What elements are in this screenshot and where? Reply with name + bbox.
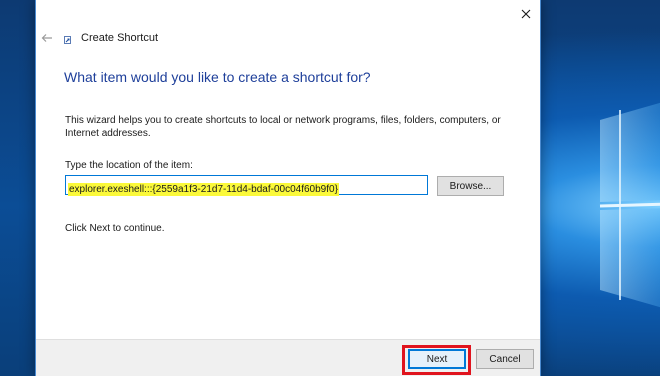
location-label: Type the location of the item: [65,160,193,171]
cancel-button[interactable]: Cancel [476,349,534,369]
close-button[interactable] [514,2,538,26]
shortcut-app-icon [64,36,71,44]
back-arrow-icon [41,34,52,42]
location-input[interactable]: explorer.exeshell:::{2559a1f3-21d7-11d4-… [65,175,428,196]
browse-button[interactable]: Browse... [437,176,504,196]
location-input-value: explorer.exeshell:::{2559a1f3-21d7-11d4-… [68,183,339,196]
continue-instruction: Click Next to continue. [65,223,165,234]
close-icon [521,9,531,19]
wizard-heading: What item would you like to create a sho… [64,69,371,85]
next-button[interactable]: Next [408,349,466,369]
dialog-footer: Next Cancel [36,339,540,376]
dialog-title: Create Shortcut [81,32,159,44]
wizard-description: This wizard helps you to create shortcut… [65,115,501,139]
back-button[interactable] [39,30,55,46]
create-shortcut-dialog: Create Shortcut What item would you like… [36,0,540,376]
windows-logo-graphic [599,102,660,308]
